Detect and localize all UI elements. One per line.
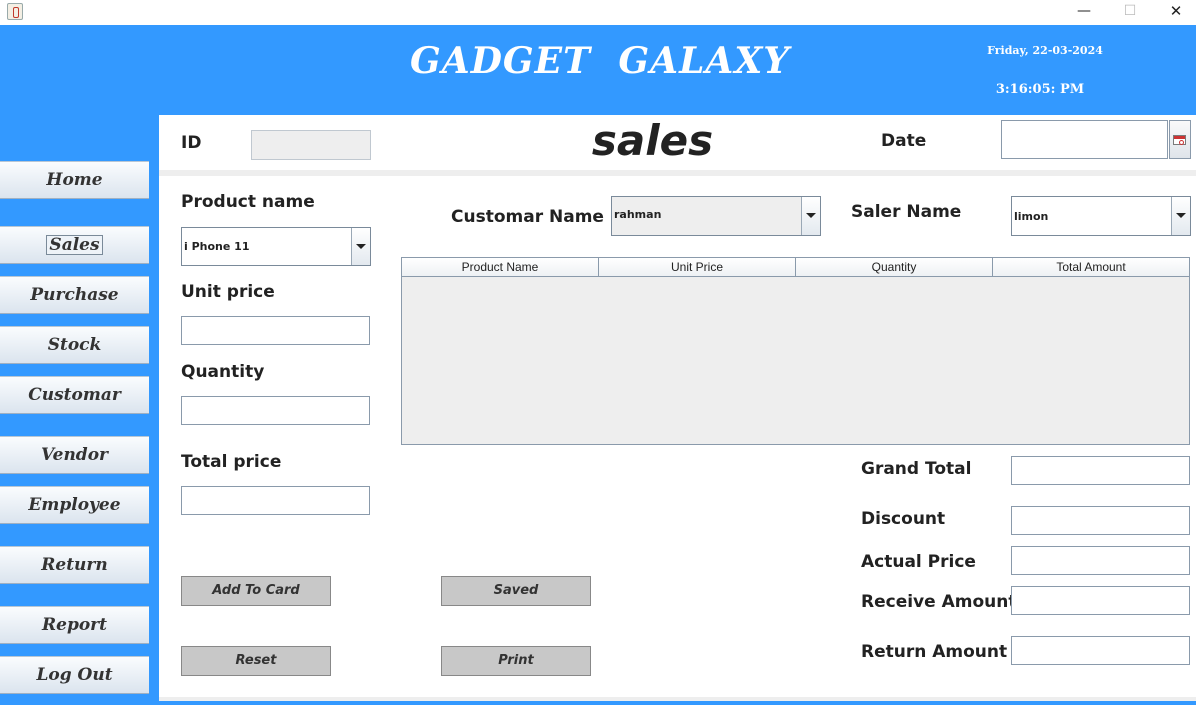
header-time: 3:16:05: PM [995, 82, 1085, 97]
table-header-unit-price[interactable]: Unit Price [599, 258, 796, 277]
receive-amount-field[interactable] [1011, 586, 1190, 615]
chevron-down-icon[interactable] [1171, 197, 1190, 235]
sidebar-item-report[interactable]: Report [0, 606, 149, 644]
product-name-value: i Phone 11 [184, 240, 250, 253]
header-divider [159, 170, 1196, 176]
product-name-label: Product name [181, 192, 315, 212]
calendar-icon [1173, 135, 1186, 145]
sidebar-item-label: Report [42, 615, 107, 635]
sidebar-item-logout[interactable]: Log Out [0, 656, 149, 694]
sidebar-item-label: Log Out [36, 665, 113, 685]
grand-total-label: Grand Total [861, 459, 972, 479]
sidebar-item-vendor[interactable]: Vendor [0, 436, 149, 474]
id-field[interactable] [251, 130, 371, 160]
actual-price-label: Actual Price [861, 552, 976, 572]
sidebar-item-sales[interactable]: Sales [0, 226, 149, 264]
sidebar-item-label: Sales [46, 235, 103, 255]
close-button[interactable]: ✕ [1153, 0, 1196, 25]
actual-price-field[interactable] [1011, 546, 1190, 575]
quantity-field[interactable] [181, 396, 370, 425]
saler-name-select[interactable]: limon [1011, 196, 1191, 236]
window-title-bar [0, 0, 1196, 25]
sidebar-item-purchase[interactable]: Purchase [0, 276, 149, 314]
sidebar-item-label: Customar [28, 385, 121, 405]
saler-name-value: limon [1014, 210, 1049, 223]
minimize-button[interactable]: — [1061, 0, 1107, 25]
page-title: sales [591, 116, 714, 165]
table-header-product-name[interactable]: Product Name [402, 258, 599, 277]
chevron-down-icon[interactable] [801, 197, 820, 235]
total-price-field[interactable] [181, 486, 370, 515]
customer-name-label: Customar Name [451, 207, 604, 227]
maximize-button[interactable]: ☐ [1107, 0, 1153, 25]
sidebar-item-employee[interactable]: Employee [0, 486, 149, 524]
sidebar-item-stock[interactable]: Stock [0, 326, 149, 364]
reset-button[interactable]: Reset [181, 646, 331, 676]
sidebar-item-label: Purchase [30, 285, 119, 305]
discount-field[interactable] [1011, 506, 1190, 535]
quantity-label: Quantity [181, 362, 265, 382]
customer-name-value: rahman [614, 208, 662, 221]
product-name-select[interactable]: i Phone 11 [181, 227, 371, 266]
id-label: ID [181, 133, 202, 153]
discount-label: Discount [861, 509, 946, 529]
sidebar-item-label: Return [41, 555, 108, 575]
saler-name-label: Saler Name [851, 202, 962, 222]
saved-button[interactable]: Saved [441, 576, 591, 606]
sidebar-item-label: Stock [47, 335, 102, 355]
header-date: Friday, 22-03-2024 [987, 44, 1103, 57]
date-picker-button[interactable] [1169, 120, 1191, 159]
sidebar-item-label: Home [46, 170, 103, 190]
sidebar-item-return[interactable]: Return [0, 546, 149, 584]
add-to-card-button[interactable]: Add To Card [181, 576, 331, 606]
print-button[interactable]: Print [441, 646, 591, 676]
grand-total-field[interactable] [1011, 456, 1190, 485]
receive-amount-label: Receive Amount [861, 592, 1017, 612]
table-header-total-amount[interactable]: Total Amount [993, 258, 1189, 277]
sidebar-item-label: Vendor [41, 445, 108, 465]
sidebar-item-home[interactable]: Home [0, 161, 149, 199]
date-field[interactable] [1001, 120, 1168, 159]
customer-name-select[interactable]: rahman [611, 196, 821, 236]
return-amount-field[interactable] [1011, 636, 1190, 665]
table-header-quantity[interactable]: Quantity [796, 258, 993, 277]
java-cup-icon [7, 3, 23, 20]
sidebar-item-customar[interactable]: Customar [0, 376, 149, 414]
app-title: GADGET GALAXY [410, 40, 790, 82]
chevron-down-icon[interactable] [351, 228, 370, 265]
bottom-divider [159, 697, 1196, 701]
unit-price-field[interactable] [181, 316, 370, 345]
date-label: Date [881, 131, 927, 151]
return-amount-label: Return Amount [861, 642, 1008, 662]
total-price-label: Total price [181, 452, 282, 472]
unit-price-label: Unit price [181, 282, 275, 302]
sales-table[interactable]: Product Name Unit Price Quantity Total A… [401, 257, 1190, 445]
sidebar-item-label: Employee [28, 495, 121, 515]
